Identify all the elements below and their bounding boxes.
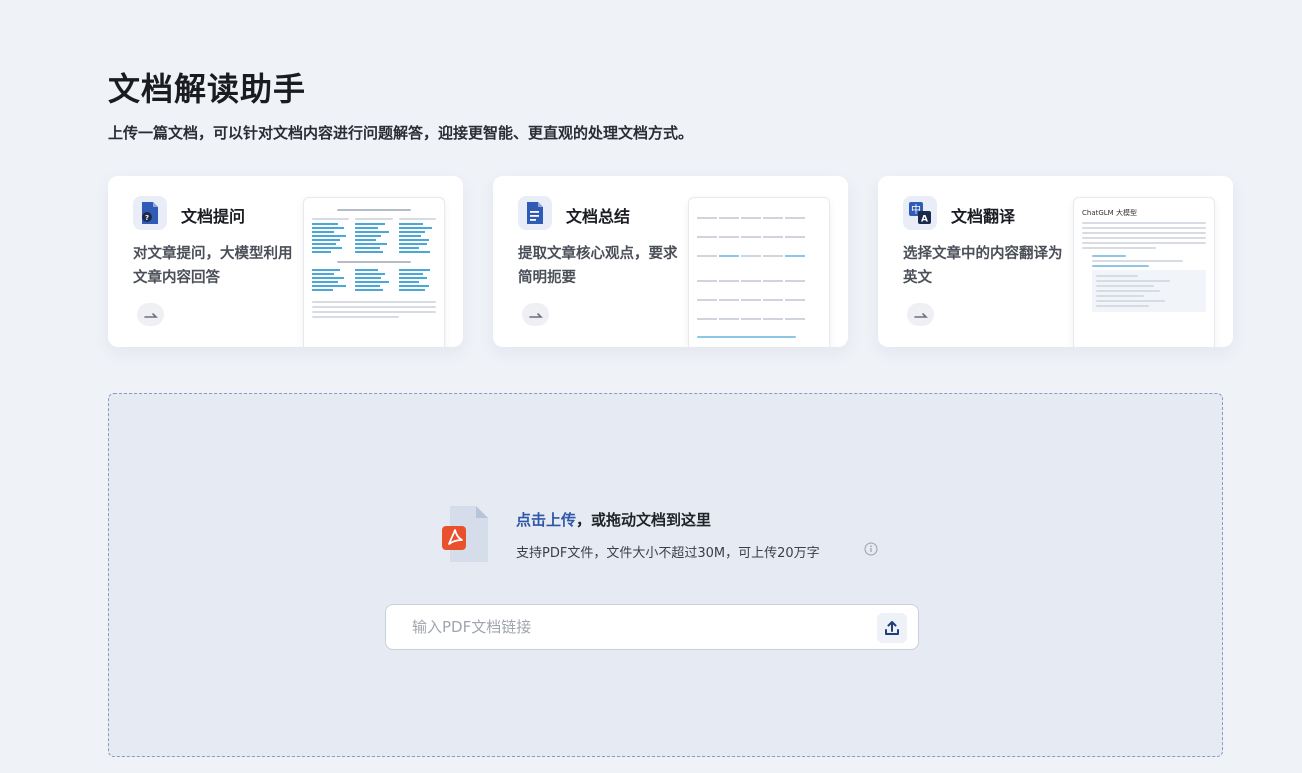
card-description: 选择文章中的内容翻译为英文: [903, 246, 1063, 286]
card-title: 文档提问: [181, 207, 246, 226]
preview-heading: ChatGLM 大模型: [1082, 209, 1137, 217]
summary-doc-icon: [518, 196, 552, 230]
upload-dropzone[interactable]: 点击上传，或拖动文档到这里 支持PDF文件，文件大小不超过30M，可上传20万字: [108, 393, 1223, 757]
document-preview-thumbnail: [688, 197, 830, 347]
card-title: 文档总结: [566, 207, 631, 226]
upload-icon[interactable]: [877, 613, 907, 643]
arrow-right-icon[interactable]: [522, 303, 549, 326]
pdf-url-input[interactable]: [386, 605, 856, 649]
info-icon[interactable]: [864, 541, 878, 556]
document-preview-thumbnail: ChatGLM 大模型: [1073, 197, 1215, 347]
pdf-file-icon: [440, 504, 492, 564]
feature-cards: ? 文档提问 对文章提问，大模型利用文章内容回答 文档总结 提取文章核心观点，要…: [108, 176, 1234, 347]
arrow-right-icon[interactable]: [137, 303, 164, 326]
document-preview-thumbnail: [303, 197, 445, 347]
upload-title: 点击上传，或拖动文档到这里: [516, 509, 711, 530]
translate-icon: 中 A: [903, 196, 937, 230]
card-document-qa[interactable]: ? 文档提问 对文章提问，大模型利用文章内容回答: [108, 176, 463, 347]
page-title: 文档解读助手: [108, 70, 307, 108]
pdf-url-input-box: [385, 604, 919, 650]
upload-title-rest: ，或拖动文档到这里: [576, 511, 712, 529]
card-document-summary[interactable]: 文档总结 提取文章核心观点，要求简明扼要: [493, 176, 848, 347]
click-upload-link[interactable]: 点击上传: [516, 511, 576, 529]
card-title: 文档翻译: [951, 207, 1016, 226]
page-subtitle: 上传一篇文档，可以针对文档内容进行问题解答，迎接更智能、更直观的处理文档方式。: [108, 124, 694, 142]
svg-text:A: A: [921, 215, 928, 225]
upload-hint: 支持PDF文件，文件大小不超过30M，可上传20万字: [516, 546, 820, 561]
card-description: 提取文章核心观点，要求简明扼要: [518, 246, 678, 286]
question-doc-icon: ?: [133, 196, 167, 230]
arrow-right-icon[interactable]: [907, 303, 934, 326]
svg-text:?: ?: [145, 214, 149, 222]
card-document-translate[interactable]: 中 A 文档翻译 选择文章中的内容翻译为英文 ChatGLM 大模型: [878, 176, 1233, 347]
card-description: 对文章提问，大模型利用文章内容回答: [133, 246, 293, 286]
